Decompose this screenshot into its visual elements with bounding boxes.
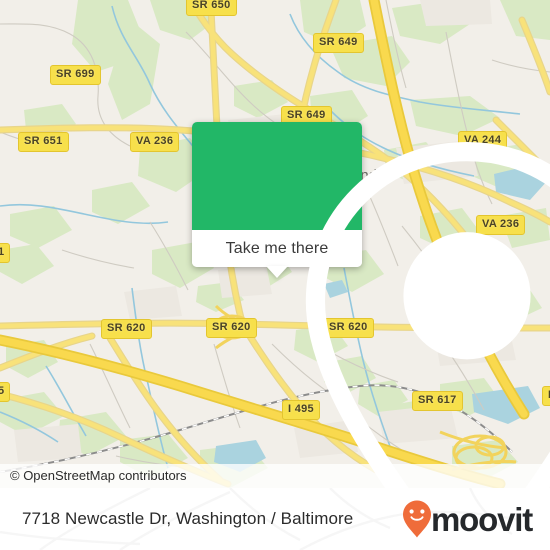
road-shield: 1	[0, 243, 11, 263]
map-canvas[interactable]: SR 650 SR 649 SR 699 SR 649 SR 651 VA 23…	[0, 0, 550, 488]
moovit-smiley-pin-icon	[403, 500, 432, 538]
moovit-wordmark: moovit	[431, 500, 533, 538]
address-label: 7718 Newcastle Dr, Washington / Baltimor…	[22, 509, 354, 528]
road-shield: SR 699	[50, 65, 101, 85]
road-shield: SR 651	[18, 132, 69, 152]
location-popup-card[interactable]: Take me there	[192, 122, 550, 488]
popup-cta-area[interactable]: Take me there	[192, 230, 362, 278]
osm-attribution[interactable]: © OpenStreetMap contributors	[0, 464, 550, 488]
road-shield: 5	[0, 382, 11, 402]
map-screenshot-root: SR 650 SR 649 SR 699 SR 649 SR 651 VA 23…	[0, 0, 550, 550]
popup-pointer-tail	[266, 266, 288, 278]
road-shield: SR 650	[186, 0, 237, 16]
road-shield: VA 236	[130, 132, 180, 152]
moovit-logo: moovit	[402, 500, 533, 538]
road-shield: SR 620	[101, 319, 152, 339]
popup-icon-area	[192, 122, 550, 488]
map-pin-icon	[305, 141, 550, 488]
take-me-there-label: Take me there	[225, 239, 329, 257]
road-shield: SR 649	[313, 33, 364, 53]
bottom-info-bar: 7718 Newcastle Dr, Washington / Baltimor…	[0, 488, 550, 550]
